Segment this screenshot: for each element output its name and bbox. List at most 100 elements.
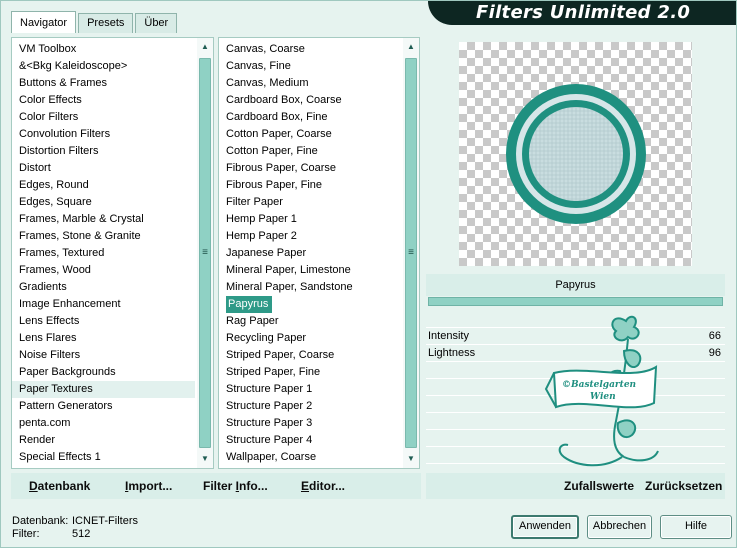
category-list[interactable]: VM Toolbox &<Bkg Kaleidoscope> Buttons & F… bbox=[12, 41, 195, 466]
filter-info-button[interactable]: Filter Info... bbox=[203, 473, 268, 499]
watermark-text-line1: ©Bastelgarten bbox=[562, 380, 636, 390]
list-item[interactable]: Gradients bbox=[12, 279, 195, 296]
button-label-rest: atenbank bbox=[37, 479, 91, 493]
bastelgarten-watermark-logo: ©Bastelgarten Wien bbox=[544, 315, 659, 467]
status-area: Datenbank: ICNET-Filters Filter: 512 bbox=[12, 515, 138, 541]
list-item[interactable]: Hemp Paper 2 bbox=[219, 228, 401, 245]
param-value: 96 bbox=[708, 347, 721, 359]
parameter-panel: Intensity 66 Lightness 96 ©Bastelgarten … bbox=[426, 311, 725, 473]
list-item[interactable]: Special Effects 1 bbox=[12, 449, 195, 466]
database-button[interactable]: Datenbank bbox=[29, 473, 90, 499]
list-item[interactable]: Paper Textures bbox=[12, 381, 195, 398]
selected-filter-highlight[interactable]: Papyrus bbox=[226, 296, 273, 313]
preview-canvas[interactable] bbox=[459, 42, 692, 266]
list-item[interactable]: Render bbox=[12, 432, 195, 449]
param-value: 66 bbox=[708, 330, 721, 342]
list-item[interactable]: Papyrus bbox=[219, 296, 401, 313]
list-item[interactable]: Edges, Square bbox=[12, 194, 195, 211]
cancel-button[interactable]: Abbrechen bbox=[587, 515, 652, 539]
database-button-strip: Datenbank Import... Filter Info... Edito… bbox=[11, 473, 421, 499]
watermark-text-line2: Wien bbox=[590, 392, 616, 402]
editor-button[interactable]: Editor... bbox=[301, 473, 345, 499]
list-item[interactable]: Structure Paper 4 bbox=[219, 432, 401, 449]
list-item[interactable]: Frames, Textured bbox=[12, 245, 195, 262]
help-button[interactable]: Hilfe bbox=[660, 515, 732, 539]
list-item[interactable]: Mineral Paper, Limestone bbox=[219, 262, 401, 279]
list-item[interactable]: Distort bbox=[12, 160, 195, 177]
list-item[interactable]: VM Toolbox bbox=[12, 41, 195, 58]
category-scrollbar[interactable]: ▲ ≡ ▼ bbox=[197, 38, 213, 468]
list-item[interactable]: Frames, Marble & Crystal bbox=[12, 211, 195, 228]
list-item[interactable]: Canvas, Fine bbox=[219, 58, 401, 75]
button-label-rest: mport... bbox=[128, 479, 173, 493]
list-item[interactable]: Japanese Paper bbox=[219, 245, 401, 262]
randomize-button[interactable]: Zufallswerte bbox=[564, 473, 634, 499]
scroll-down-arrow-icon[interactable]: ▼ bbox=[197, 452, 213, 466]
list-item[interactable]: Edges, Round bbox=[12, 177, 195, 194]
button-label-rest: ditor... bbox=[309, 479, 346, 493]
current-filter-name: Papyrus bbox=[426, 274, 725, 296]
list-item[interactable]: Fibrous Paper, Coarse bbox=[219, 160, 401, 177]
list-item[interactable]: Frames, Stone & Granite bbox=[12, 228, 195, 245]
category-scroll-thumb[interactable]: ≡ bbox=[199, 58, 211, 448]
list-item[interactable]: Distortion Filters bbox=[12, 143, 195, 160]
list-item[interactable]: Buttons & Frames bbox=[12, 75, 195, 92]
preview-zoom-slider[interactable] bbox=[428, 297, 723, 306]
list-item[interactable]: Recycling Paper bbox=[219, 330, 401, 347]
list-item[interactable]: Rag Paper bbox=[219, 313, 401, 330]
list-item[interactable]: Cotton Paper, Coarse bbox=[219, 126, 401, 143]
list-item[interactable]: Structure Paper 2 bbox=[219, 398, 401, 415]
list-item[interactable]: Structure Paper 3 bbox=[219, 415, 401, 432]
tab-navigator[interactable]: Navigator bbox=[11, 11, 77, 33]
reset-button[interactable]: Zurücksetzen bbox=[645, 473, 722, 499]
list-item[interactable]: Striped Paper, Fine bbox=[219, 364, 401, 381]
list-item[interactable]: Hemp Paper 1 bbox=[219, 211, 401, 228]
param-label: Lightness bbox=[428, 347, 476, 359]
tab-bar: Navigator Presets Über bbox=[11, 11, 179, 33]
list-item[interactable]: Striped Paper, Coarse bbox=[219, 347, 401, 364]
button-mnemonic: E bbox=[301, 479, 310, 493]
button-label-rest: nfo... bbox=[239, 479, 268, 493]
preview-area bbox=[426, 37, 725, 271]
list-item[interactable]: Structure Paper 1 bbox=[219, 381, 401, 398]
list-item[interactable]: Cardboard Box, Coarse bbox=[219, 92, 401, 109]
list-item[interactable]: Pattern Generators bbox=[12, 398, 195, 415]
list-item[interactable]: Wallpaper, Coarse bbox=[219, 449, 401, 466]
tab-about[interactable]: Über bbox=[135, 13, 178, 33]
filters-unlimited-window: Navigator Presets Über Filters Unlimited… bbox=[0, 0, 737, 548]
import-button[interactable]: Import... bbox=[125, 473, 172, 499]
list-item[interactable]: Paper Backgrounds bbox=[12, 364, 195, 381]
list-item[interactable]: Cotton Paper, Fine bbox=[219, 143, 401, 160]
filter-list[interactable]: Canvas, Coarse Canvas, Fine Canvas, Medium… bbox=[219, 41, 401, 466]
list-item[interactable]: Lens Flares bbox=[12, 330, 195, 347]
list-item[interactable]: &<Bkg Kaleidoscope> bbox=[12, 58, 195, 75]
database-label: Datenbank: bbox=[12, 515, 69, 527]
param-label: Intensity bbox=[428, 330, 469, 342]
list-item[interactable]: Color Effects bbox=[12, 92, 195, 109]
list-item[interactable]: Canvas, Medium bbox=[219, 75, 401, 92]
scroll-up-arrow-icon[interactable]: ▲ bbox=[197, 40, 213, 54]
filter-scroll-thumb[interactable]: ≡ bbox=[405, 58, 417, 448]
list-item[interactable]: Mineral Paper, Sandstone bbox=[219, 279, 401, 296]
list-item[interactable]: Filter Paper bbox=[219, 194, 401, 211]
list-item[interactable]: Fibrous Paper, Fine bbox=[219, 177, 401, 194]
filter-count-value: 512 bbox=[72, 528, 91, 540]
button-label-prefix: Filter bbox=[203, 479, 236, 493]
list-item[interactable]: Noise Filters bbox=[12, 347, 195, 364]
filter-list-panel: Canvas, Coarse Canvas, Fine Canvas, Medium… bbox=[218, 37, 420, 469]
apply-button[interactable]: Anwenden bbox=[511, 515, 579, 539]
scroll-down-arrow-icon[interactable]: ▼ bbox=[403, 452, 419, 466]
tab-presets[interactable]: Presets bbox=[78, 13, 134, 33]
filter-scrollbar[interactable]: ▲ ≡ ▼ bbox=[403, 38, 419, 468]
scroll-up-arrow-icon[interactable]: ▲ bbox=[403, 40, 419, 54]
preview-ring-image bbox=[506, 84, 646, 224]
list-item[interactable]: Cardboard Box, Fine bbox=[219, 109, 401, 126]
list-item[interactable]: Image Enhancement bbox=[12, 296, 195, 313]
list-item[interactable]: Lens Effects bbox=[12, 313, 195, 330]
list-item[interactable]: Convolution Filters bbox=[12, 126, 195, 143]
list-item[interactable]: Canvas, Coarse bbox=[219, 41, 401, 58]
filter-count-label: Filter: bbox=[12, 528, 40, 540]
list-item[interactable]: Frames, Wood bbox=[12, 262, 195, 279]
list-item[interactable]: penta.com bbox=[12, 415, 195, 432]
list-item[interactable]: Color Filters bbox=[12, 109, 195, 126]
